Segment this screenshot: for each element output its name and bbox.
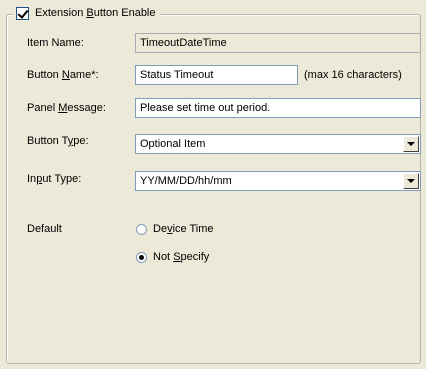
input-type-value: YY/MM/DD/hh/mm [140,175,232,187]
button-type-label: Button Type: [27,135,89,147]
button-type-select[interactable]: Optional Item [135,134,421,154]
extension-button-enable-checkbox[interactable] [16,6,29,20]
radio-not-specify-label: Not Specify [153,251,210,263]
radio-device-time[interactable]: Device Time [136,223,214,235]
item-name-label: Item Name: [27,37,84,49]
chevron-down-icon[interactable] [403,173,419,189]
button-type-value: Optional Item [140,138,206,150]
radio-not-specify[interactable]: Not Specify [136,251,209,263]
panel-message-input[interactable]: Please set time out period. [135,98,421,118]
chevron-down-icon[interactable] [403,136,419,152]
button-name-label: Button Name*: [27,69,99,81]
input-type-select[interactable]: YY/MM/DD/hh/mm [135,171,421,191]
button-name-hint: (max 16 characters) [304,69,402,81]
extension-button-enable-label: Extension Button Enable [35,7,156,19]
panel-message-label: Panel Message: [27,102,106,114]
extension-button-enable[interactable]: Extension Button Enable [14,5,160,21]
radio-device-time-label: Device Time [153,223,214,235]
input-type-label: Input Type: [27,173,82,185]
radio-device-time-button[interactable] [136,223,147,235]
button-name-input[interactable]: Status Timeout [135,65,298,85]
radio-not-specify-button[interactable] [136,251,147,263]
item-name-field: TimeoutDateTime [135,33,421,53]
default-label: Default [27,223,62,235]
